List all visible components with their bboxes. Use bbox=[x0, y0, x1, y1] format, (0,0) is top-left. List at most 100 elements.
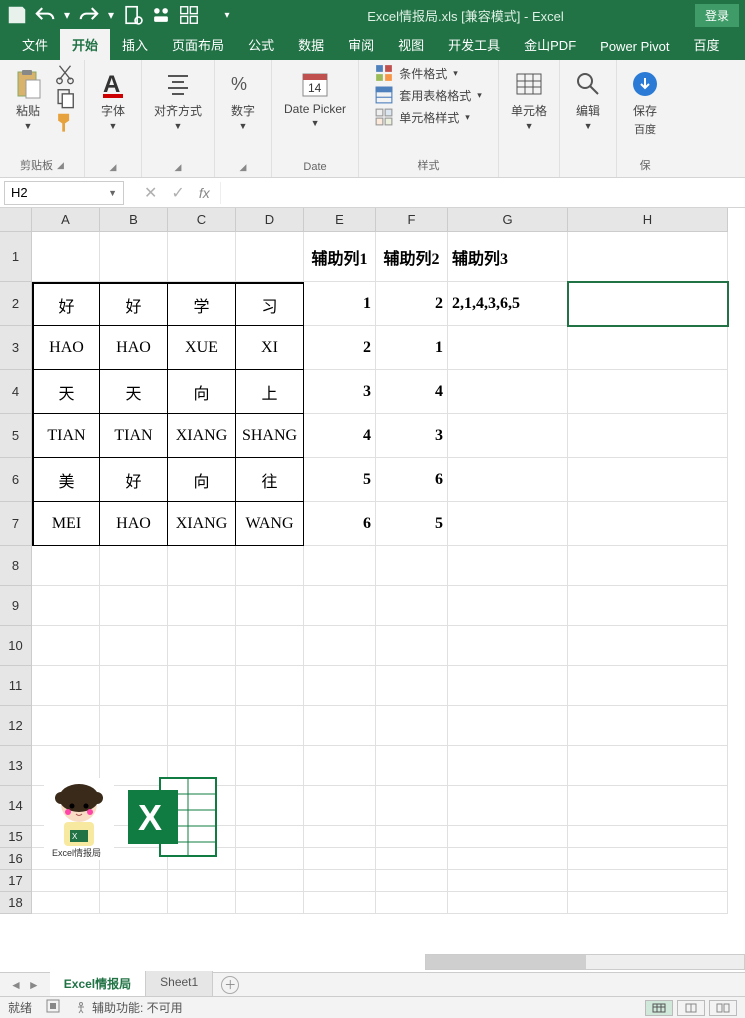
print-preview-icon[interactable] bbox=[122, 4, 144, 26]
cell-F3[interactable]: 1 bbox=[376, 326, 448, 370]
cell[interactable] bbox=[568, 502, 728, 546]
number-button[interactable]: % 数字▼ bbox=[223, 64, 263, 135]
touch-mode-icon[interactable] bbox=[150, 4, 172, 26]
cell[interactable] bbox=[236, 232, 304, 282]
cell-G2[interactable]: 2,1,4,3,6,5 bbox=[448, 282, 568, 326]
tab-审阅[interactable]: 审阅 bbox=[336, 29, 386, 60]
qat-customize-icon[interactable]: ▾ bbox=[216, 4, 238, 26]
horizontal-scrollbar[interactable] bbox=[425, 950, 745, 974]
cell[interactable] bbox=[448, 706, 568, 746]
cell[interactable] bbox=[376, 786, 448, 826]
baidu-save-button[interactable]: 保存 百度 bbox=[625, 64, 665, 141]
fx-icon[interactable]: fx bbox=[199, 185, 210, 201]
cell[interactable] bbox=[100, 706, 168, 746]
row-header-14[interactable]: 14 bbox=[0, 786, 32, 826]
cell-E7[interactable]: 6 bbox=[304, 502, 376, 546]
cell[interactable] bbox=[168, 586, 236, 626]
cell[interactable] bbox=[100, 232, 168, 282]
cell[interactable] bbox=[236, 666, 304, 706]
cell[interactable] bbox=[304, 626, 376, 666]
cell[interactable] bbox=[168, 870, 236, 892]
cell-C2[interactable]: 学 bbox=[168, 282, 236, 326]
row-header-10[interactable]: 10 bbox=[0, 626, 32, 666]
cell[interactable] bbox=[448, 458, 568, 502]
selected-cell[interactable] bbox=[568, 282, 728, 326]
cell-D2[interactable]: 习 bbox=[236, 282, 304, 326]
col-header-F[interactable]: F bbox=[376, 208, 448, 232]
font-button[interactable]: A 字体▼ bbox=[93, 64, 133, 135]
cell-A2[interactable]: 好 bbox=[32, 282, 100, 326]
cell-C4[interactable]: 向 bbox=[168, 370, 236, 414]
cell[interactable] bbox=[376, 546, 448, 586]
cell[interactable] bbox=[100, 666, 168, 706]
cell-B7[interactable]: HAO bbox=[100, 502, 168, 546]
cell[interactable] bbox=[376, 746, 448, 786]
cell-D7[interactable]: WANG bbox=[236, 502, 304, 546]
cell[interactable] bbox=[376, 892, 448, 914]
number-dialog-icon[interactable]: ◢ bbox=[240, 162, 247, 173]
clipboard-dialog-icon[interactable]: ◢ bbox=[57, 160, 64, 171]
tab-视图[interactable]: 视图 bbox=[386, 29, 436, 60]
cell-C6[interactable]: 向 bbox=[168, 458, 236, 502]
sheet-nav-last-icon[interactable]: ► bbox=[26, 978, 42, 992]
cell-C7[interactable]: XIANG bbox=[168, 502, 236, 546]
cell[interactable] bbox=[32, 870, 100, 892]
cell[interactable] bbox=[304, 546, 376, 586]
cell-F4[interactable]: 4 bbox=[376, 370, 448, 414]
cell[interactable] bbox=[376, 586, 448, 626]
cell-A3[interactable]: HAO bbox=[32, 326, 100, 370]
cell[interactable] bbox=[448, 666, 568, 706]
cell[interactable] bbox=[304, 746, 376, 786]
macro-record-icon[interactable] bbox=[46, 999, 60, 1016]
col-header-E[interactable]: E bbox=[304, 208, 376, 232]
new-sheet-button[interactable]: ＋ bbox=[221, 976, 239, 994]
cell[interactable] bbox=[236, 706, 304, 746]
cell-E5[interactable]: 4 bbox=[304, 414, 376, 458]
cell-D4[interactable]: 上 bbox=[236, 370, 304, 414]
cell-F2[interactable]: 2 bbox=[376, 282, 448, 326]
tab-文件[interactable]: 文件 bbox=[10, 29, 60, 60]
cell-A5[interactable]: TIAN bbox=[32, 414, 100, 458]
row-header-9[interactable]: 9 bbox=[0, 586, 32, 626]
cell[interactable] bbox=[568, 370, 728, 414]
col-header-C[interactable]: C bbox=[168, 208, 236, 232]
cell[interactable] bbox=[168, 626, 236, 666]
redo-dropdown-icon[interactable]: ▾ bbox=[106, 4, 116, 26]
cell-A6[interactable]: 美 bbox=[32, 458, 100, 502]
col-header-D[interactable]: D bbox=[236, 208, 304, 232]
embedded-image-excel-logo[interactable]: X bbox=[124, 772, 220, 867]
namebox-dropdown-icon[interactable]: ▼ bbox=[108, 188, 117, 198]
view-page-break-icon[interactable] bbox=[709, 1000, 737, 1016]
cell[interactable] bbox=[448, 626, 568, 666]
col-header-H[interactable]: H bbox=[568, 208, 728, 232]
cell-E4[interactable]: 3 bbox=[304, 370, 376, 414]
cell[interactable] bbox=[376, 848, 448, 870]
cell-D3[interactable]: XI bbox=[236, 326, 304, 370]
cell[interactable] bbox=[236, 826, 304, 848]
copy-icon[interactable] bbox=[54, 88, 76, 108]
cell[interactable] bbox=[236, 848, 304, 870]
cell[interactable] bbox=[168, 666, 236, 706]
row-header-6[interactable]: 6 bbox=[0, 458, 32, 502]
cell-A4[interactable]: 天 bbox=[32, 370, 100, 414]
cell[interactable] bbox=[568, 586, 728, 626]
tab-开发工具[interactable]: 开发工具 bbox=[436, 29, 512, 60]
cell[interactable] bbox=[304, 786, 376, 826]
cell[interactable] bbox=[568, 706, 728, 746]
cell-E3[interactable]: 2 bbox=[304, 326, 376, 370]
tab-插入[interactable]: 插入 bbox=[110, 29, 160, 60]
cell[interactable] bbox=[236, 746, 304, 786]
cell[interactable] bbox=[100, 870, 168, 892]
tab-金山PDF[interactable]: 金山PDF bbox=[512, 29, 588, 60]
cell[interactable] bbox=[568, 870, 728, 892]
cell[interactable] bbox=[568, 458, 728, 502]
cell[interactable] bbox=[304, 848, 376, 870]
cancel-formula-icon[interactable]: ✕ bbox=[144, 183, 157, 203]
sheet-tab-Excel情报局[interactable]: Excel情报局 bbox=[50, 971, 146, 998]
cell[interactable] bbox=[236, 892, 304, 914]
cell-B2[interactable]: 好 bbox=[100, 282, 168, 326]
undo-icon[interactable] bbox=[34, 4, 56, 26]
cell-F5[interactable]: 3 bbox=[376, 414, 448, 458]
cell-G1[interactable]: 辅助列3 bbox=[448, 232, 568, 282]
col-header-A[interactable]: A bbox=[32, 208, 100, 232]
